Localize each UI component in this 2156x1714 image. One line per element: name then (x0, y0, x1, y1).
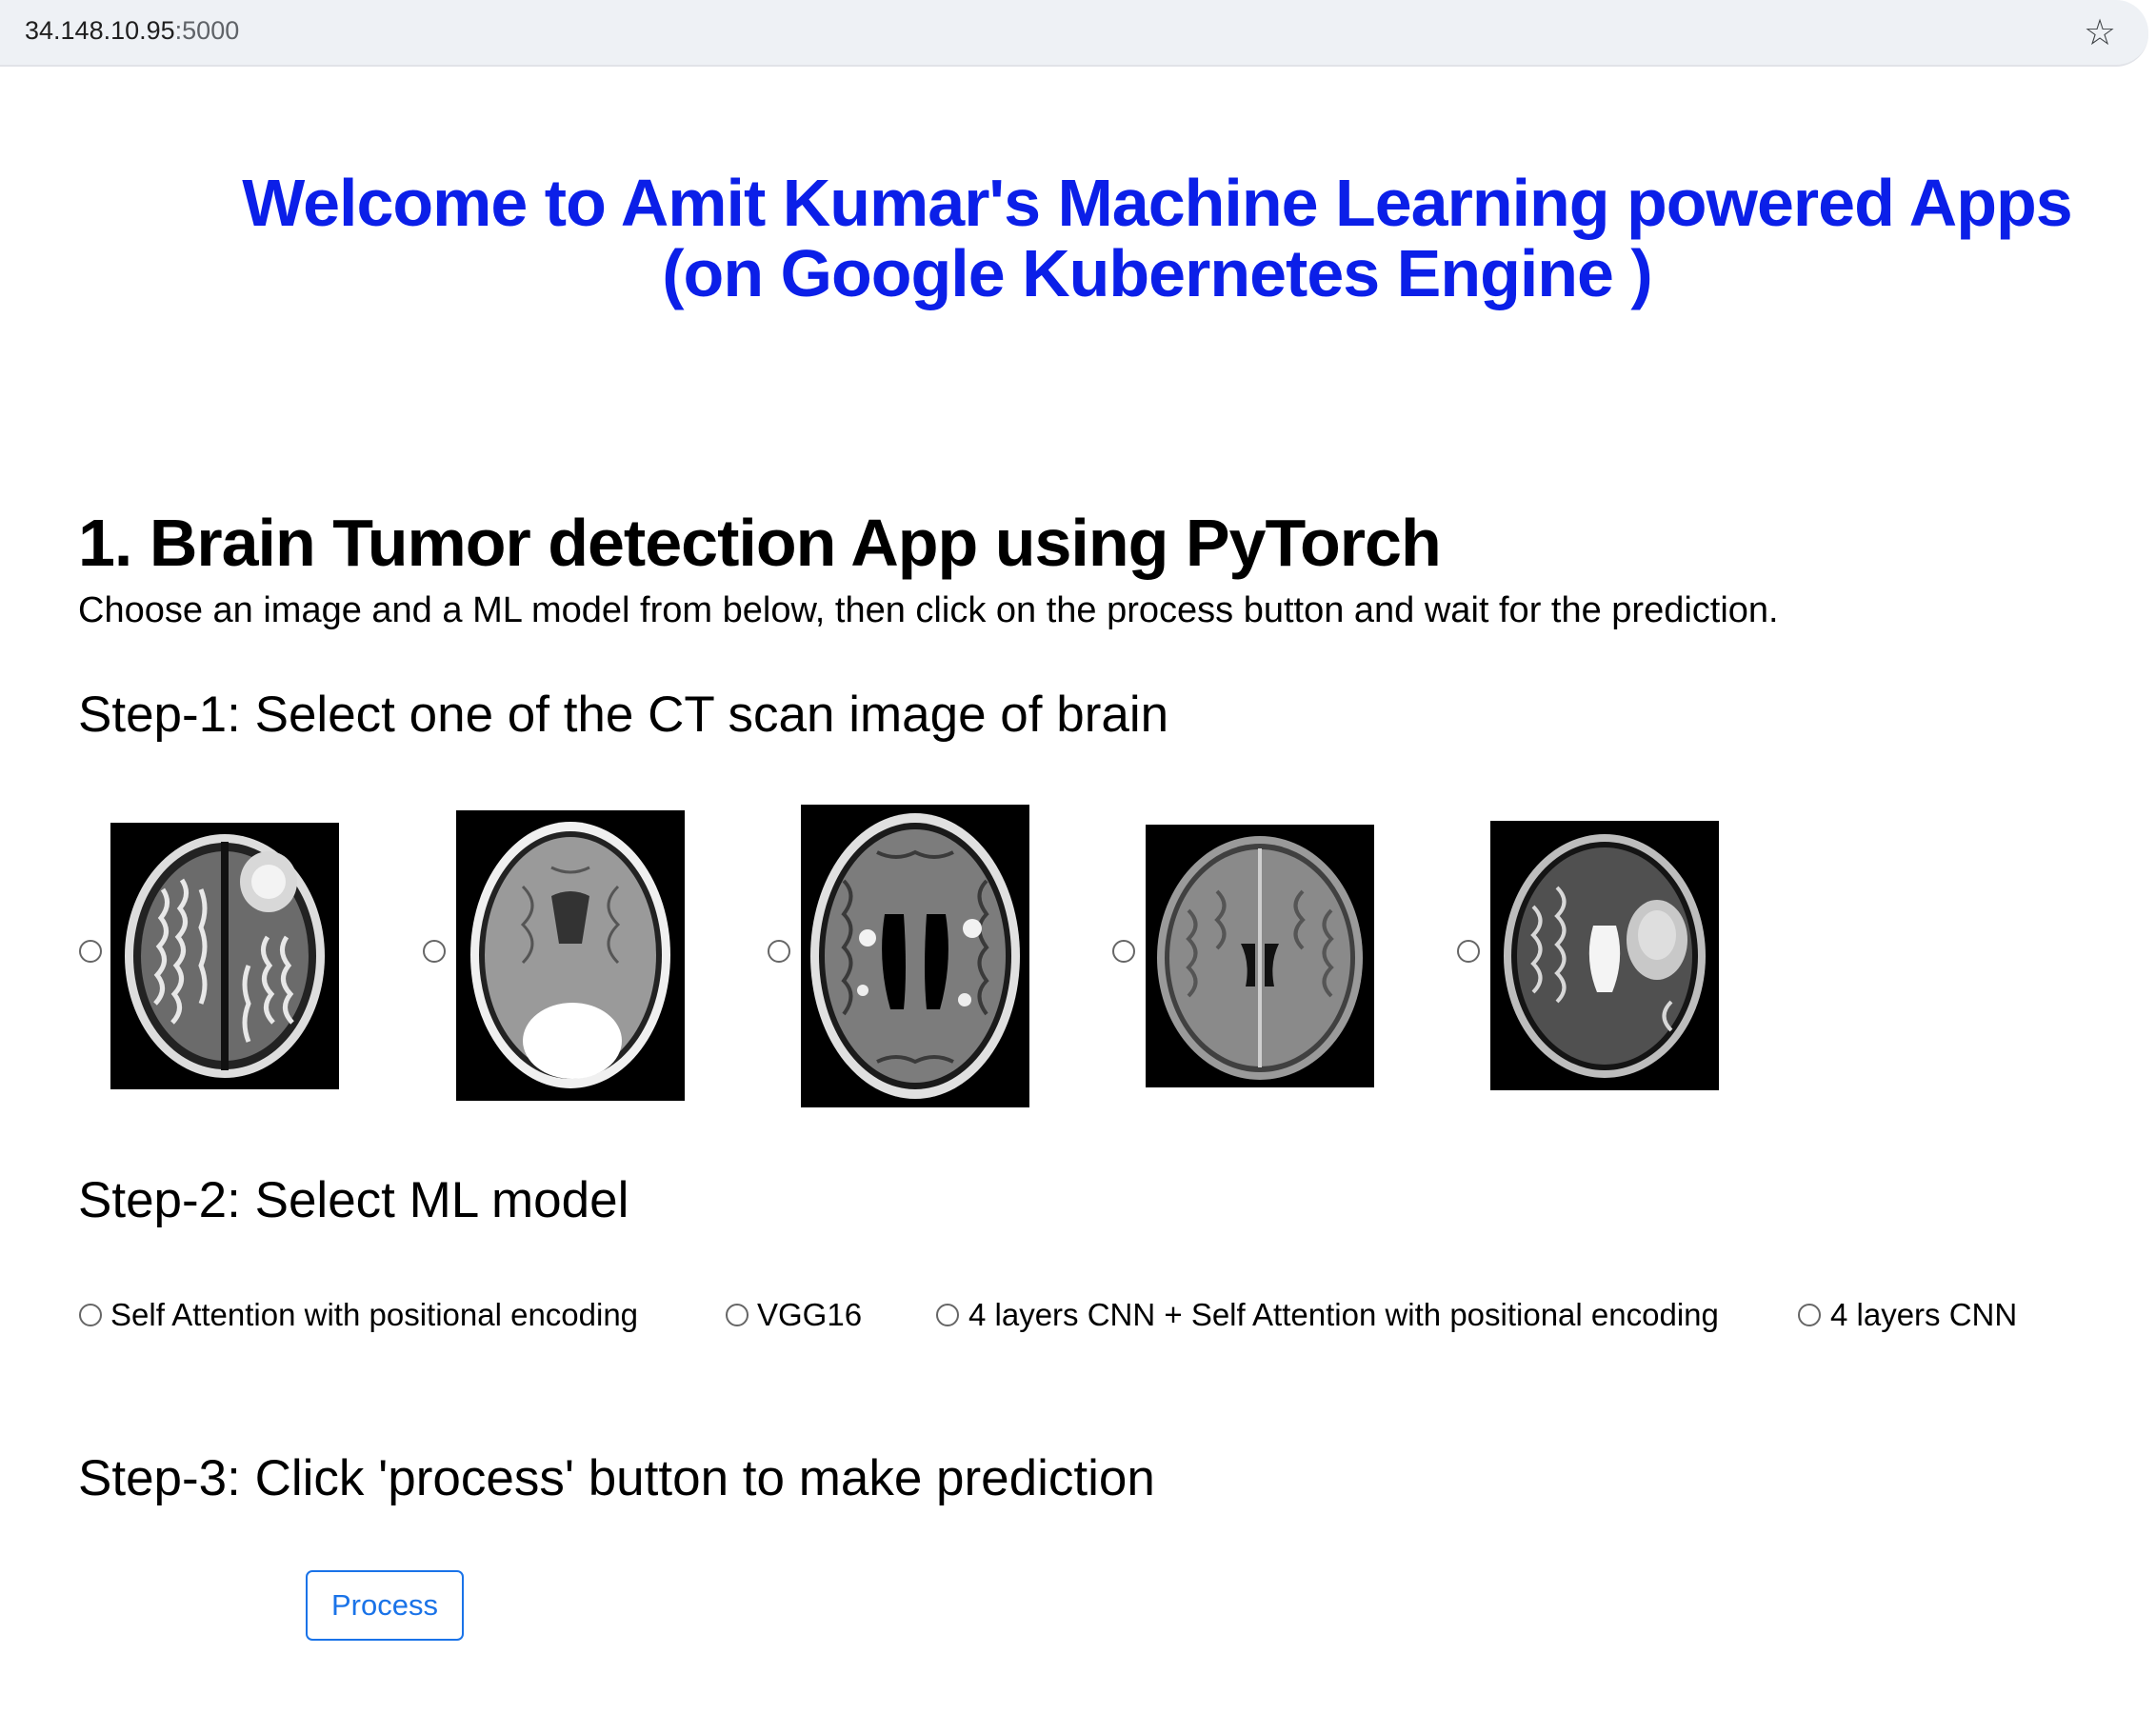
url-host: 34.148.10.95 (25, 16, 175, 45)
page-title: Welcome to Amit Kumar's Machine Learning… (143, 168, 2156, 309)
step-2-heading: Step-2: Select ML model (78, 1172, 629, 1228)
bookmark-star-icon[interactable]: ☆ (2084, 11, 2116, 54)
process-button[interactable]: Process (306, 1570, 464, 1641)
brain-scan-image-3[interactable] (801, 805, 1029, 1107)
model-radio-cnn-self-attention[interactable] (936, 1304, 959, 1326)
instructions-text: Choose an image and a ML model from belo… (78, 590, 1779, 630)
brain-scan-image-5[interactable] (1490, 821, 1719, 1090)
image-radio-3[interactable] (768, 940, 790, 963)
url-text[interactable]: 34.148.10.95:5000 (25, 16, 239, 46)
image-radio-4[interactable] (1112, 940, 1135, 963)
step-1-heading: Step-1: Select one of the CT scan image … (78, 687, 1169, 743)
page-title-line-1: Welcome to Amit Kumar's Machine Learning… (242, 166, 2072, 240)
brain-scan-image-2[interactable] (456, 810, 685, 1101)
image-radio-2[interactable] (423, 940, 446, 963)
model-radio-self-attention[interactable] (79, 1304, 102, 1326)
brain-scan-image-4[interactable] (1146, 825, 1374, 1087)
brain-scan-image-1[interactable] (110, 823, 339, 1089)
url-port: :5000 (174, 16, 240, 45)
model-radio-4-layers-cnn[interactable] (1798, 1304, 1821, 1326)
model-label-self-attention[interactable]: Self Attention with positional encoding (110, 1297, 638, 1333)
app-heading: 1. Brain Tumor detection App using PyTor… (78, 506, 1442, 580)
model-radio-vgg16[interactable] (726, 1304, 749, 1326)
image-radio-5[interactable] (1457, 940, 1480, 963)
model-label-vgg16[interactable]: VGG16 (757, 1297, 862, 1333)
model-label-cnn-self-attention[interactable]: 4 layers CNN + Self Attention with posit… (968, 1297, 1719, 1333)
step-3-heading: Step-3: Click 'process' button to make p… (78, 1450, 1155, 1506)
page-title-line-2: (on Google Kubernetes Engine ) (662, 236, 1652, 310)
browser-address-bar[interactable]: 34.148.10.95:5000 ☆ (0, 0, 2148, 67)
image-radio-1[interactable] (79, 940, 102, 963)
model-label-4-layers-cnn[interactable]: 4 layers CNN (1830, 1297, 2017, 1333)
